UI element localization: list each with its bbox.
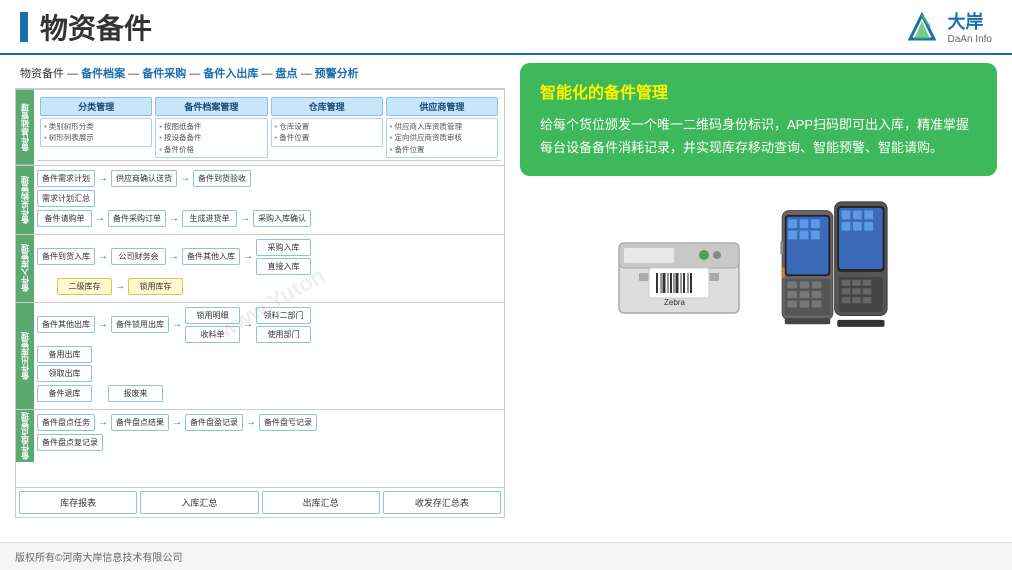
requisition: 备件请购单 <box>37 210 92 227</box>
block-archive: 备件档案管理 按图纸备件 按设备备件 备件价格 <box>155 97 267 158</box>
section-inbound: 备件入库管理 备件到货入库 → 公司财务会 → 备件其他入库 → 采购入库 <box>16 234 504 302</box>
inventory-repeat: 备件盘点复记录 <box>37 434 103 451</box>
dept-dispatch: 领料二部门 <box>256 307 311 324</box>
left-diagram-area: 物资备件 — 备件档案 — 备件采购 — 备件入出库 — 盘点 — 预警分析 w… <box>15 63 505 534</box>
inventory-task: 备件盘点任务 <box>37 414 95 431</box>
printer-device-icon: Zebra <box>609 213 749 333</box>
diagram-sections: 备件基础管理 分类管理 类别树形分类 树形列表展示 <box>16 89 504 517</box>
lock-outbound: 备件锁用出库 <box>111 316 169 333</box>
plan-summary: 需求计划汇总 <box>37 190 95 207</box>
inventory-result: 备件盘点结果 <box>111 414 169 431</box>
diagram-container: www.Yuton 备件基础管理 分类管理 类别树形分类 <box>15 88 505 518</box>
arrow3: → <box>95 213 105 224</box>
info-card: 智能化的备件管理 给每个货位颁发一个唯一二维码身份标识，APP扫码即可出入库，精… <box>520 63 997 176</box>
other-outbound: 备件其他出库 <box>37 316 95 333</box>
section-basic-label: 备件基础管理 <box>16 90 34 165</box>
direct-inbound: 直接入库 <box>256 258 311 275</box>
lock-stock: 锁用库存 <box>128 278 183 295</box>
header: 物资备件 大岸 DaAn Info <box>0 0 1012 55</box>
arrow4: → <box>169 213 179 224</box>
outbound-row3: 备件退库 → 报废来 <box>37 385 501 402</box>
section-basic: 备件基础管理 分类管理 类别树形分类 树形列表展示 <box>16 89 504 165</box>
pickup-out: 领取出库 <box>37 365 92 382</box>
generate-invoice: 生成进货单 <box>182 210 237 227</box>
section-purchase-label: 备件采购管理 <box>16 166 34 234</box>
inventory-loss: 备件盘亏记录 <box>259 414 317 431</box>
arrow5: → <box>240 213 250 224</box>
spare-out: 备用出库 <box>37 346 92 363</box>
section-inbound-content: 备件到货入库 → 公司财务会 → 备件其他入库 → 采购入库 直接入库 <box>34 235 504 302</box>
outbound-row2: 备用出库 领取出库 <box>37 346 501 382</box>
inbound-row2: 二级库存 → 锁用库存 <box>37 278 501 295</box>
section-outbound-content: 备件其他出库 → 备件锁用出库 → 锁用明细 收料单 → 领料 <box>34 303 504 409</box>
purchase-inbound: 采购入库 <box>256 239 311 256</box>
stock-report: 库存报表 <box>19 491 137 514</box>
purchase-confirm: 采购入库确认 <box>253 210 311 227</box>
section-inventory-content: 备件盘点任务 → 备件盘点结果 → 备件盘盈记录 → 备件盘亏记录 备件盘点复记… <box>34 410 504 462</box>
purchase-row1: 备件需求计划 → 供应商确认送货 → 备件到货验收 <box>37 170 501 187</box>
section-purchase-content: 备件需求计划 → 供应商确认送货 → 备件到货验收 需求计划汇总 备件请购单 <box>34 166 504 234</box>
secondary-stock: 二级库存 <box>57 278 112 295</box>
section-outbound-label: 备件出库管理 <box>16 303 34 409</box>
company-logo-icon <box>902 7 942 47</box>
section-inventory: 备件盘点管理 备件盘点任务 → 备件盘点结果 → 备件盘盈记录 → 备件盘亏记录 <box>16 409 504 462</box>
section-purchase: 备件采购管理 备件需求计划 → 供应商确认送货 → 备件到货验收 需求计划汇总 <box>16 165 504 234</box>
inventory-gain: 备件盘盈记录 <box>185 414 243 431</box>
footer: 版权所有©河南大岸信息技术有限公司 <box>0 542 1012 570</box>
svg-text:Zebra: Zebra <box>664 298 685 307</box>
supplier-confirm: 供应商确认送货 <box>111 170 177 187</box>
company-name: 大岸 DaAn Info <box>948 8 992 45</box>
arrival-inbound: 备件到货入库 <box>37 248 95 265</box>
block-classify: 分类管理 类别树形分类 树形列表展示 <box>40 97 152 147</box>
page-title: 物资备件 <box>40 7 152 47</box>
receive-doc: 收料单 <box>185 326 240 343</box>
footer-text: 版权所有©河南大岸信息技术有限公司 <box>15 549 182 564</box>
return-stock: 备件退库 <box>37 385 92 402</box>
inbound-row1: 备件到货入库 → 公司财务会 → 备件其他入库 → 采购入库 直接入库 <box>37 239 501 275</box>
outbound-row1: 备件其他出库 → 备件锁用出库 → 锁用明细 收料单 → 领料 <box>37 307 501 343</box>
receipt-summary: 收发存汇总表 <box>383 491 501 514</box>
right-area: 智能化的备件管理 给每个货位颁发一个唯一二维码身份标识，APP扫码即可出入库，精… <box>520 63 997 534</box>
section-outbound: 备件出库管理 备件其他出库 → 备件锁用出库 → 锁用明细 收料单 <box>16 302 504 409</box>
basic-boxes-row: 分类管理 类别树形分类 树形列表展示 备件档案管理 按图纸备件 <box>37 94 501 161</box>
section-inbound-label: 备件入库管理 <box>16 235 34 302</box>
header-accent-bar <box>20 12 28 42</box>
handheld-scanner-icon <box>769 193 909 333</box>
inventory-row2: 备件盘点复记录 <box>37 434 501 451</box>
purchase-row2: 需求计划汇总 <box>37 190 501 207</box>
arrow1: → <box>98 173 108 184</box>
inventory-row1: 备件盘点任务 → 备件盘点结果 → 备件盘盈记录 → 备件盘亏记录 <box>37 414 501 431</box>
block-warehouse: 仓库管理 仓库设置 备件位置 <box>271 97 383 147</box>
logo-area: 大岸 DaAn Info <box>902 7 992 47</box>
purchase-plan: 备件需求计划 <box>37 170 95 187</box>
arrival-check: 备件到货验收 <box>193 170 251 187</box>
outbound-summary: 出库汇总 <box>262 491 380 514</box>
card-text: 给每个货位颁发一个唯一二维码身份标识，APP扫码即可出入库，精准掌握每台设备备件… <box>540 113 977 160</box>
lock-detail: 锁用明细 <box>185 307 240 324</box>
arrow2: → <box>180 173 190 184</box>
scrap: 报废来 <box>108 385 163 402</box>
inbound-summary: 入库汇总 <box>140 491 258 514</box>
diagram-wrapper: 备件基础管理 分类管理 类别树形分类 树形列表展示 <box>16 89 504 517</box>
purchase-order: 备件采购订单 <box>108 210 166 227</box>
finance: 公司财务会 <box>111 248 166 265</box>
block-supplier: 供应商管理 供应商入库资质管理 定向供应商资质审核 备件位置 <box>386 97 498 158</box>
stats-row: 库存报表 入库汇总 出库汇总 收发存汇总表 <box>16 487 504 517</box>
purchase-row3: 备件请购单 → 备件采购订单 → 生成进货单 → 采购入库确认 <box>37 210 501 227</box>
section-basic-content: 分类管理 类别树形分类 树形列表展示 备件档案管理 按图纸备件 <box>34 90 504 165</box>
other-inbound: 备件其他入库 <box>182 248 240 265</box>
breadcrumb: 物资备件 — 备件档案 — 备件采购 — 备件入出库 — 盘点 — 预警分析 <box>15 63 505 83</box>
card-title: 智能化的备件管理 <box>540 79 977 103</box>
devices-area: Zebra <box>520 193 997 333</box>
section-inventory-label: 备件盘点管理 <box>16 410 34 462</box>
main-content: 物资备件 — 备件档案 — 备件采购 — 备件入出库 — 盘点 — 预警分析 w… <box>0 55 1012 542</box>
use-dept: 使用部门 <box>256 326 311 343</box>
